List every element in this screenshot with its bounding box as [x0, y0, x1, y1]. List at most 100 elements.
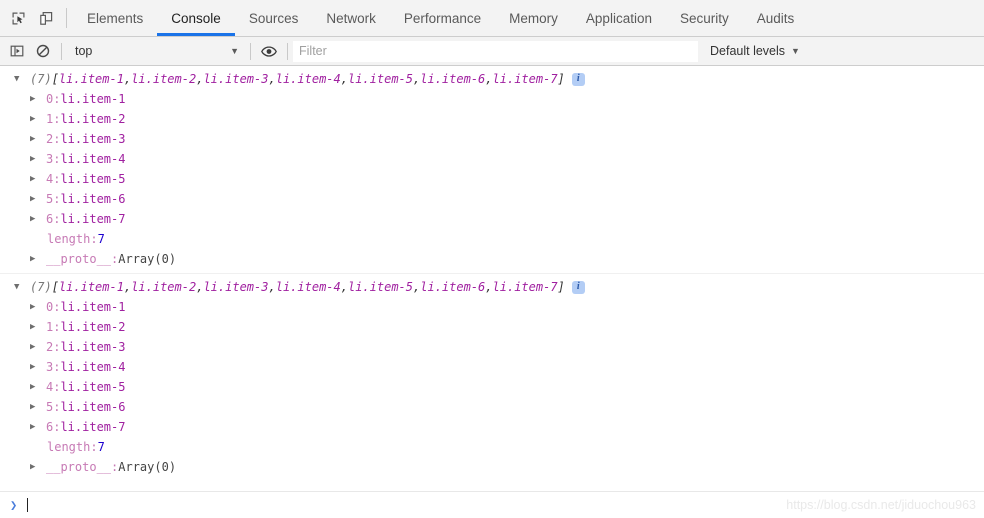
disclosure-triangle-icon[interactable] [30, 89, 46, 109]
array-entry-row[interactable]: 2: li.item-3 [0, 129, 984, 149]
disclosure-triangle-icon[interactable] [30, 417, 46, 437]
array-entry-row[interactable]: 3: li.item-4 [0, 357, 984, 377]
entry-value[interactable]: li.item-6 [60, 397, 125, 417]
array-preview-item[interactable]: li.item-7 [493, 69, 558, 89]
filter-input[interactable] [293, 40, 698, 62]
toolbar-divider-2 [250, 42, 251, 60]
entry-value[interactable]: li.item-1 [60, 297, 125, 317]
console-message[interactable]: (7) [li.item-1, li.item-2, li.item-3, li… [0, 274, 984, 481]
entry-value[interactable]: li.item-2 [60, 317, 125, 337]
disclosure-triangle-icon[interactable] [30, 169, 46, 189]
tab-memory[interactable]: Memory [495, 0, 572, 36]
open-bracket: [ [51, 280, 59, 294]
array-preview-item[interactable]: li.item-1 [59, 277, 124, 297]
entry-index: 4: [46, 172, 61, 186]
entry-value[interactable]: li.item-4 [60, 149, 125, 169]
entry-value[interactable]: li.item-2 [60, 109, 125, 129]
entry-value[interactable]: li.item-5 [60, 377, 125, 397]
array-entry-row[interactable]: 6: li.item-7 [0, 417, 984, 437]
entry-value[interactable]: li.item-1 [60, 89, 125, 109]
entry-value[interactable]: li.item-5 [60, 169, 125, 189]
info-badge-icon[interactable]: i [571, 280, 585, 294]
array-entry-row[interactable]: 4: li.item-5 [0, 169, 984, 189]
array-preview-item[interactable]: li.item-4 [276, 277, 341, 297]
tab-console[interactable]: Console [157, 0, 235, 36]
entry-value[interactable]: li.item-4 [60, 357, 125, 377]
array-entry-row[interactable]: 2: li.item-3 [0, 337, 984, 357]
execution-context-label: top [75, 44, 93, 58]
entry-index: 5: [46, 400, 61, 414]
array-preview-row[interactable]: (7) [li.item-1, li.item-2, li.item-3, li… [0, 277, 984, 297]
entry-index: 2: [46, 340, 61, 354]
tab-application[interactable]: Application [572, 0, 666, 36]
tab-performance[interactable]: Performance [390, 0, 495, 36]
array-preview-item[interactable]: li.item-3 [203, 69, 268, 89]
disclosure-triangle-icon[interactable] [30, 129, 46, 149]
array-length-preview: (7) [30, 72, 52, 86]
entry-index: 3: [46, 152, 61, 166]
proto-value[interactable]: Array(0) [118, 249, 176, 269]
console-message[interactable]: (7) [li.item-1, li.item-2, li.item-3, li… [0, 66, 984, 274]
disclosure-triangle-icon[interactable] [30, 397, 46, 417]
device-toolbar-icon[interactable] [32, 0, 60, 36]
array-preview-item[interactable]: li.item-6 [420, 277, 485, 297]
array-preview-item[interactable]: li.item-5 [348, 277, 413, 297]
array-preview-item[interactable]: li.item-3 [203, 277, 268, 297]
array-entry-row[interactable]: 3: li.item-4 [0, 149, 984, 169]
array-entry-row[interactable]: 1: li.item-2 [0, 317, 984, 337]
log-levels-select[interactable]: Default levels ▼ [710, 44, 800, 58]
toolbar-divider-1 [61, 42, 62, 60]
info-badge-icon[interactable]: i [571, 72, 585, 86]
disclosure-triangle-icon[interactable] [30, 297, 46, 317]
array-entry-row[interactable]: 5: li.item-6 [0, 189, 984, 209]
entry-value[interactable]: li.item-3 [60, 337, 125, 357]
prompt-chevron-icon: ❯ [10, 498, 18, 512]
array-preview-item[interactable]: li.item-2 [131, 277, 196, 297]
disclosure-triangle-icon[interactable] [30, 189, 46, 209]
entry-value[interactable]: li.item-7 [60, 417, 125, 437]
tab-audits[interactable]: Audits [743, 0, 809, 36]
array-proto-row[interactable]: __proto__: Array(0) [0, 457, 984, 477]
disclosure-triangle-icon[interactable] [30, 149, 46, 169]
disclosure-triangle-icon[interactable] [14, 277, 30, 297]
entry-index: 1: [46, 112, 61, 126]
entry-value[interactable]: li.item-6 [60, 189, 125, 209]
array-preview-item[interactable]: li.item-4 [276, 69, 341, 89]
clear-console-icon[interactable] [30, 38, 56, 64]
array-preview-item[interactable]: li.item-5 [348, 69, 413, 89]
console-sidebar-icon[interactable] [4, 38, 30, 64]
disclosure-triangle-icon[interactable] [30, 337, 46, 357]
live-expression-eye-icon[interactable] [256, 38, 282, 64]
array-preview-item[interactable]: li.item-1 [59, 69, 124, 89]
disclosure-triangle-icon[interactable] [30, 457, 46, 477]
tab-security[interactable]: Security [666, 0, 743, 36]
disclosure-triangle-icon[interactable] [30, 109, 46, 129]
tab-sources[interactable]: Sources [235, 0, 313, 36]
disclosure-triangle-icon[interactable] [30, 357, 46, 377]
array-preview-item[interactable]: li.item-6 [420, 69, 485, 89]
tab-network[interactable]: Network [312, 0, 390, 36]
entry-value[interactable]: li.item-3 [60, 129, 125, 149]
array-preview-item[interactable]: li.item-7 [493, 277, 558, 297]
array-entry-row[interactable]: 0: li.item-1 [0, 89, 984, 109]
disclosure-triangle-icon[interactable] [30, 377, 46, 397]
console-message-list[interactable]: (7) [li.item-1, li.item-2, li.item-3, li… [0, 66, 984, 491]
inspect-element-icon[interactable] [4, 0, 32, 36]
array-proto-row[interactable]: __proto__: Array(0) [0, 249, 984, 269]
array-entry-row[interactable]: 1: li.item-2 [0, 109, 984, 129]
array-entry-row[interactable]: 6: li.item-7 [0, 209, 984, 229]
execution-context-select[interactable]: top ▼ [67, 41, 245, 62]
array-entry-row[interactable]: 0: li.item-1 [0, 297, 984, 317]
preview-separator: , [268, 72, 276, 86]
array-entry-row[interactable]: 5: li.item-6 [0, 397, 984, 417]
disclosure-triangle-icon[interactable] [30, 317, 46, 337]
array-preview-item[interactable]: li.item-2 [131, 69, 196, 89]
array-entry-row[interactable]: 4: li.item-5 [0, 377, 984, 397]
tab-elements[interactable]: Elements [73, 0, 157, 36]
disclosure-triangle-icon[interactable] [14, 69, 30, 89]
disclosure-triangle-icon[interactable] [30, 249, 46, 269]
proto-value[interactable]: Array(0) [118, 457, 176, 477]
disclosure-triangle-icon[interactable] [30, 209, 46, 229]
entry-value[interactable]: li.item-7 [60, 209, 125, 229]
array-preview-row[interactable]: (7) [li.item-1, li.item-2, li.item-3, li… [0, 69, 984, 89]
